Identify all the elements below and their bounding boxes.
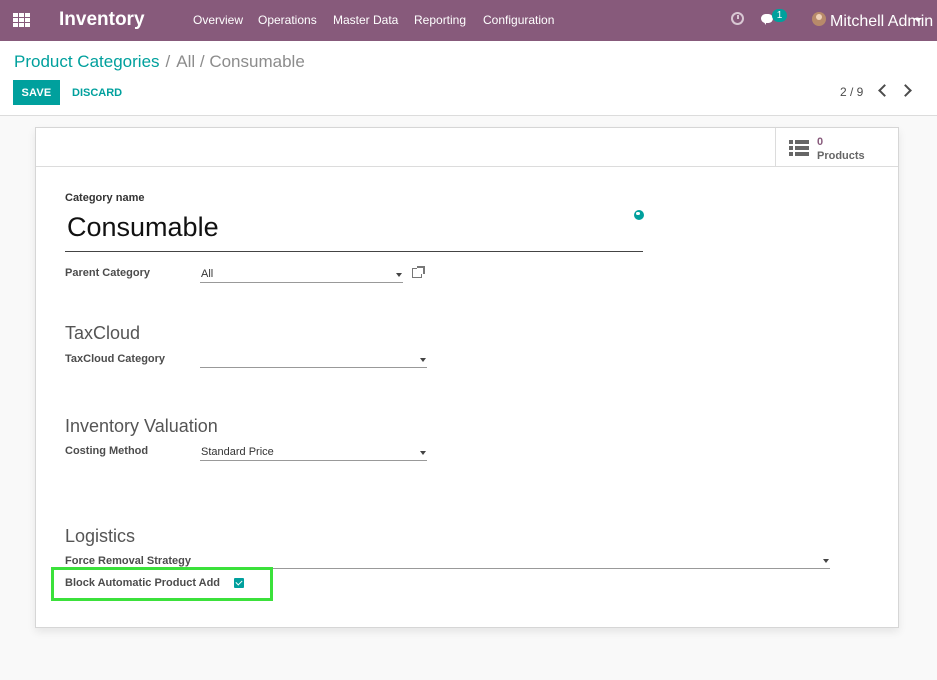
inventory-valuation-section-title: Inventory Valuation [65, 416, 218, 436]
taxcloud-category-select[interactable] [200, 352, 427, 368]
menu-item-overview[interactable]: Overview [193, 13, 243, 27]
menu-item-reporting[interactable]: Reporting [414, 13, 466, 27]
apps-grid-icon[interactable] [13, 13, 30, 27]
save-button[interactable]: SAVE [13, 80, 60, 105]
force-removal-strategy-select[interactable] [200, 553, 830, 569]
parent-category-select[interactable]: All [200, 267, 403, 283]
button-box: 0 Products [36, 128, 898, 167]
chevron-left-icon[interactable] [878, 84, 891, 97]
avatar[interactable] [812, 12, 826, 26]
taxcloud-category-label: TaxCloud Category [65, 353, 166, 365]
form-sheet: 0 Products Category name Consumable Pare… [35, 127, 899, 628]
globe-icon[interactable] [634, 210, 644, 220]
highlight-box [51, 567, 273, 601]
caret-down-icon [420, 451, 426, 455]
force-removal-strategy-label: Force Removal Strategy [65, 555, 191, 567]
top-navbar: Inventory Overview Operations Master Dat… [0, 0, 937, 41]
breadcrumb-separator: / [165, 52, 171, 71]
chevron-right-icon[interactable] [899, 84, 912, 97]
taxcloud-section-title: TaxCloud [65, 323, 141, 343]
products-stat-button[interactable]: 0 Products [775, 128, 898, 167]
external-link-icon[interactable] [412, 266, 425, 278]
caret-down-icon [823, 559, 829, 563]
menu-item-operations[interactable]: Operations [258, 13, 317, 27]
list-icon [789, 140, 809, 156]
breadcrumb: Product Categories / All / Consumable [14, 52, 305, 72]
parent-category-value: All [201, 268, 214, 280]
category-name-input[interactable]: Consumable [65, 206, 643, 252]
costing-method-value: Standard Price [201, 446, 274, 458]
user-menu-name[interactable]: Mitchell Admin [830, 13, 933, 31]
menu-item-master-data[interactable]: Master Data [333, 13, 398, 27]
menu-item-configuration[interactable]: Configuration [483, 13, 554, 27]
pager-value[interactable]: 2 / 9 [840, 85, 863, 99]
logistics-section-title: Logistics [65, 526, 136, 546]
caret-down-icon [420, 358, 426, 362]
caret-down-icon [396, 273, 402, 277]
activity-clock-icon[interactable] [731, 12, 744, 25]
products-count: 0 [817, 136, 824, 148]
category-name-value: Consumable [67, 212, 219, 242]
breadcrumb-current: All / Consumable [176, 52, 305, 71]
costing-method-select[interactable]: Standard Price [200, 445, 427, 461]
parent-category-label: Parent Category [65, 267, 150, 279]
caret-down-icon[interactable] [914, 18, 922, 22]
products-label: Products [817, 150, 865, 162]
control-panel: Product Categories / All / Consumable SAVE… [0, 41, 937, 116]
chat-badge: 1 [772, 9, 787, 22]
discard-button[interactable]: DISCARD [66, 80, 128, 105]
category-name-label: Category name [65, 192, 145, 204]
breadcrumb-link[interactable]: Product Categories [14, 52, 160, 71]
app-title[interactable]: Inventory [59, 9, 145, 31]
costing-method-label: Costing Method [65, 445, 149, 457]
